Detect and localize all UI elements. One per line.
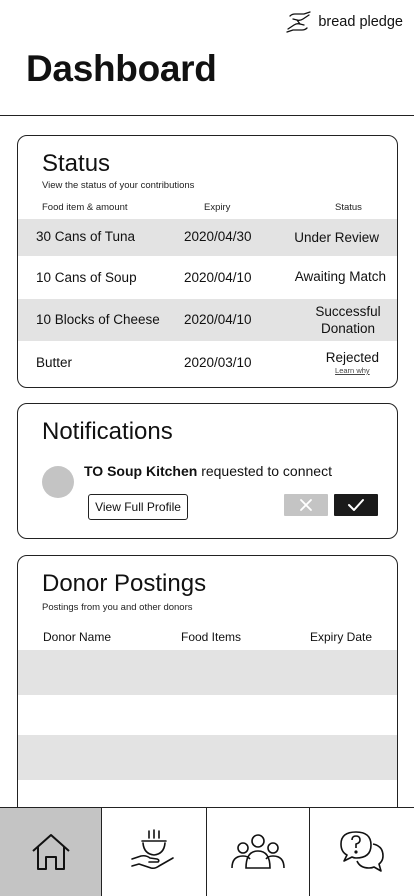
accept-button[interactable]: [334, 494, 378, 516]
column-header-expiry-date: Expiry Date: [310, 630, 373, 644]
status-title: Status: [42, 150, 111, 177]
check-icon: [348, 499, 364, 511]
avatar: [42, 466, 74, 498]
row-expiry: 2020/04/10: [184, 270, 252, 285]
view-full-profile-button[interactable]: View Full Profile: [88, 494, 188, 520]
nav-help[interactable]: [310, 808, 414, 896]
row-item: 10 Cans of Soup: [36, 270, 137, 285]
row-status: Under Review: [294, 230, 379, 245]
bottom-nav: [0, 807, 414, 896]
help-chat-icon: [340, 831, 384, 872]
learn-why-link[interactable]: Learn why: [326, 366, 379, 376]
column-header-expiry: Expiry: [204, 202, 231, 213]
row-item: 10 Blocks of Cheese: [36, 312, 160, 327]
brand-logo: bread pledge: [285, 10, 403, 34]
column-header-donor-name: Donor Name: [43, 630, 112, 644]
status-card: Status View the status of your contribut…: [17, 135, 398, 388]
nav-food[interactable]: [102, 808, 207, 896]
row-item: Butter: [36, 355, 73, 370]
notifications-card: Notifications TO Soup Kitchen requested …: [17, 403, 398, 539]
notification-sender: TO Soup Kitchen: [84, 463, 198, 479]
notifications-title: Notifications: [42, 418, 173, 445]
column-header-status: Status: [335, 202, 362, 213]
notification-text: requested to connect: [197, 463, 332, 479]
row-status: Rejected: [325, 350, 379, 365]
donor-postings-title: Donor Postings: [42, 570, 207, 597]
row-item: 30 Cans of Tuna: [36, 229, 136, 244]
donor-postings-subtitle: Postings from you and other donors: [42, 602, 193, 613]
status-subtitle: View the status of your contributions: [42, 180, 195, 191]
column-header-item: Food item & amount: [42, 202, 128, 213]
row-status: Awaiting Match: [294, 269, 386, 284]
community-icon: [231, 834, 285, 869]
table-row[interactable]: [18, 650, 397, 695]
food-bowl-icon: [131, 829, 174, 870]
nav-home[interactable]: [0, 808, 102, 896]
column-header-food-items: Food Items: [181, 630, 242, 644]
page-title: Dashboard: [26, 48, 217, 89]
home-icon: [31, 834, 70, 870]
close-icon: [300, 499, 312, 511]
notification-message: TO Soup Kitchen requested to connect: [84, 463, 332, 479]
reject-button[interactable]: [284, 494, 328, 516]
brand-name: bread pledge: [318, 14, 403, 30]
header-divider: [0, 115, 414, 116]
row-expiry: 2020/03/10: [184, 355, 252, 370]
row-expiry: 2020/04/30: [184, 229, 252, 244]
table-row[interactable]: [18, 735, 397, 780]
table-row[interactable]: 10 Blocks of Cheese 2020/04/10 Successfu…: [18, 299, 397, 341]
row-status-cell: Rejected Learn why: [326, 349, 379, 376]
table-row[interactable]: 10 Cans of Soup 2020/04/10 Awaiting Matc…: [18, 256, 397, 299]
row-status: Successful Donation: [315, 304, 381, 336]
table-row[interactable]: Butter 2020/03/10 Rejected Learn why: [18, 341, 397, 387]
row-expiry: 2020/04/10: [184, 312, 252, 327]
table-row[interactable]: [18, 695, 397, 740]
nav-community[interactable]: [207, 808, 310, 896]
table-row[interactable]: 30 Cans of Tuna 2020/04/30 Under Review: [18, 219, 397, 256]
hands-icon: [286, 11, 311, 33]
